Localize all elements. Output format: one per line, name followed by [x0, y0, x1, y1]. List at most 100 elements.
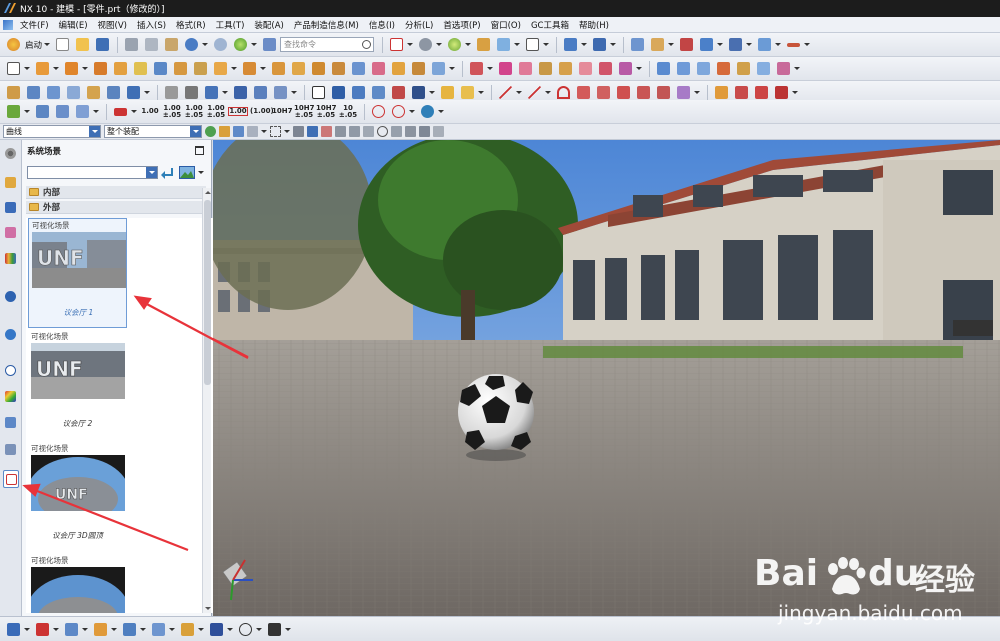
text-size-icon[interactable]	[265, 620, 283, 638]
tol-6-icon[interactable]: (1.00)	[250, 108, 274, 115]
scene-card-hall-1[interactable]: 可视化场景 UNF 议会厅 1	[28, 218, 127, 328]
menu-gc-toolbox[interactable]: GC工具箱	[526, 19, 574, 31]
diameter-symbol-icon[interactable]	[369, 103, 387, 121]
pmi-note-icon[interactable]	[4, 620, 22, 638]
measure-icon[interactable]	[726, 36, 744, 54]
diameter-symbol-2-icon[interactable]	[389, 103, 407, 121]
point-set-icon[interactable]	[24, 84, 42, 102]
gc-datum-icon[interactable]	[329, 84, 347, 102]
fillet-curve-icon[interactable]	[574, 84, 592, 102]
edit-curve-icon[interactable]	[162, 84, 180, 102]
deselect-icon[interactable]	[247, 126, 258, 137]
clip-section-icon[interactable]	[590, 36, 608, 54]
replace-face-icon[interactable]	[496, 60, 514, 78]
block-icon[interactable]	[111, 60, 129, 78]
copy-icon[interactable]	[142, 36, 160, 54]
global-shaping-icon[interactable]	[774, 60, 792, 78]
x-form-icon[interactable]	[734, 60, 752, 78]
triangle-tool-icon[interactable]	[309, 84, 327, 102]
surface-through-curves-icon[interactable]	[654, 60, 672, 78]
project-curve-icon[interactable]	[104, 84, 122, 102]
scene-card-hall-3d-dome[interactable]: 可视化场景 UNF 议会厅 3D圆顶	[28, 442, 127, 552]
tol-9-icon[interactable]: 10H7 ±.05	[316, 104, 336, 119]
offset-region-icon[interactable]	[556, 60, 574, 78]
new-file-icon[interactable]	[53, 36, 71, 54]
material-icon[interactable]	[474, 36, 492, 54]
text-style-icon[interactable]	[207, 620, 225, 638]
menu-format[interactable]: 格式(R)	[171, 19, 211, 31]
intersection-curve-icon[interactable]	[124, 84, 142, 102]
resource-settings-gear-icon[interactable]	[3, 145, 19, 163]
layer-settings-icon[interactable]	[628, 36, 646, 54]
scroll-thumb[interactable]	[204, 200, 211, 385]
menu-help[interactable]: 帮助(H)	[574, 19, 614, 31]
resize-blend-icon[interactable]	[536, 60, 554, 78]
pmi-security-icon[interactable]	[178, 620, 196, 638]
tol-7-icon[interactable]: 10H7	[272, 108, 292, 115]
draft-icon[interactable]	[409, 60, 427, 78]
menu-tools[interactable]: 工具(T)	[211, 19, 250, 31]
snap-existing-point-icon[interactable]	[433, 126, 444, 137]
sheet-metal-icon[interactable]	[271, 84, 289, 102]
rectangle-select-icon[interactable]	[270, 126, 281, 137]
history-clock-icon[interactable]	[3, 362, 19, 380]
wcs-icon[interactable]	[648, 36, 666, 54]
tol-5-icon[interactable]: 1.00	[228, 107, 248, 116]
divide-curve-icon[interactable]	[634, 84, 652, 102]
scene-filter-dropdown[interactable]	[27, 166, 158, 179]
boss-icon[interactable]	[171, 60, 189, 78]
snap-tangent-icon[interactable]	[405, 126, 416, 137]
revolve-icon[interactable]	[62, 60, 80, 78]
scene-card-hall-2[interactable]: 可视化场景 UNF 议会厅 2	[28, 330, 127, 440]
pattern-icon[interactable]	[309, 60, 327, 78]
face-blend-icon[interactable]	[714, 60, 732, 78]
snap-curve-icon[interactable]	[293, 126, 304, 137]
system-materials-icon[interactable]	[3, 388, 19, 406]
reuse-library-icon[interactable]	[3, 250, 19, 268]
magnify-text-icon[interactable]	[236, 620, 254, 638]
menu-file[interactable]: 文件(F)	[15, 19, 54, 31]
snap-intersection-icon[interactable]	[391, 126, 402, 137]
gc-fit-10h7-icon[interactable]	[409, 84, 427, 102]
gc-drawing-icon[interactable]	[389, 84, 407, 102]
scroll-down-icon[interactable]	[203, 604, 212, 613]
snap-point-icon[interactable]	[321, 126, 332, 137]
type-filter-dropdown[interactable]: 曲线	[3, 125, 101, 138]
select-all-icon[interactable]	[233, 126, 244, 137]
pmi-symbol-icon[interactable]	[33, 620, 51, 638]
extrude-icon[interactable]	[33, 60, 51, 78]
background-icon[interactable]	[523, 36, 541, 54]
snap-grid-icon[interactable]	[387, 36, 405, 54]
process-studio-icon[interactable]	[3, 414, 19, 432]
curve-analysis-icon[interactable]	[712, 84, 730, 102]
tol-10-icon[interactable]: 10 ±.05	[338, 104, 358, 119]
dimension-ruler-icon[interactable]	[784, 36, 802, 54]
scroll-up-icon[interactable]	[203, 188, 212, 197]
pmi-dimension-icon[interactable]	[111, 103, 129, 121]
redo-icon[interactable]	[211, 36, 229, 54]
apply-arrow-icon[interactable]	[161, 166, 175, 179]
system-scene-tab-icon[interactable]	[3, 470, 19, 488]
snap-control-icon[interactable]	[363, 126, 374, 137]
menu-information[interactable]: 信息(I)	[364, 19, 400, 31]
hd3d-tools-icon[interactable]	[3, 288, 19, 306]
pmi-datum-icon[interactable]	[91, 620, 109, 638]
analysis-icon[interactable]	[755, 36, 773, 54]
spline-icon[interactable]	[44, 84, 62, 102]
trim-body-icon[interactable]	[349, 60, 367, 78]
datum-icon[interactable]	[91, 60, 109, 78]
point-on-curve-icon[interactable]	[772, 84, 790, 102]
command-finder-icon[interactable]	[260, 36, 278, 54]
menu-assembly[interactable]: 装配(A)	[249, 19, 288, 31]
tol-8-icon[interactable]: 10H7 ±.05	[294, 104, 314, 119]
menu-preferences[interactable]: 首选项(P)	[438, 19, 485, 31]
orient-view-icon[interactable]	[494, 36, 512, 54]
tol-2-icon[interactable]: 1.00 ±.05	[162, 104, 182, 119]
synchronous-move-icon[interactable]	[467, 60, 485, 78]
pencil-icon[interactable]	[251, 84, 269, 102]
menu-edit[interactable]: 编辑(E)	[54, 19, 93, 31]
chamfer-icon[interactable]	[269, 60, 287, 78]
curvature-comb-icon[interactable]	[752, 84, 770, 102]
pocket-icon[interactable]	[191, 60, 209, 78]
command-search-input[interactable]: 查找命令	[280, 37, 375, 52]
